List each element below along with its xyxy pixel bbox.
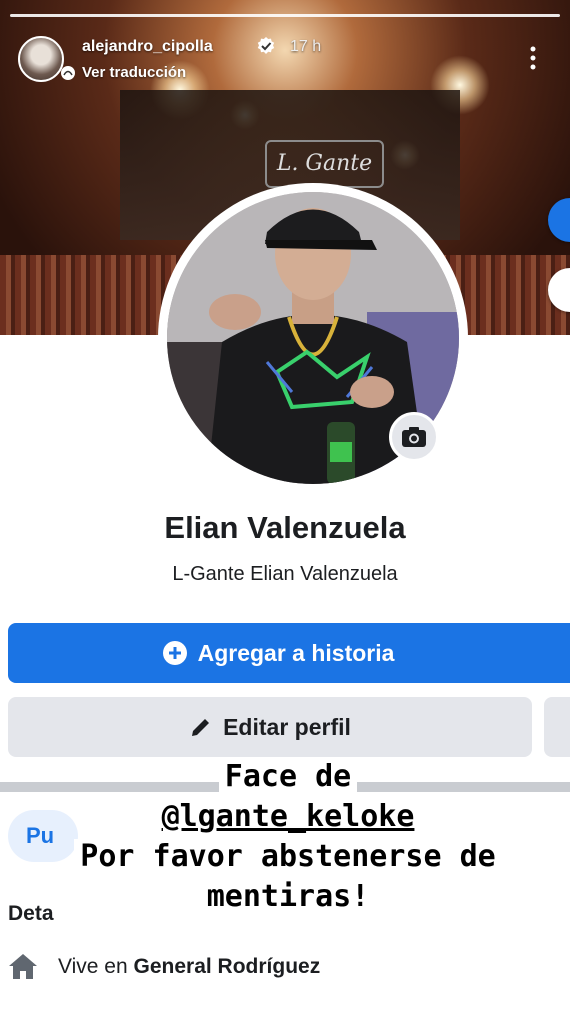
- story-screen: L. Gante alejandro_cipolla 17 h Ver trad…: [0, 0, 570, 1024]
- story-text-overlay: Face de @lgante_keloke Por favor abstene…: [58, 757, 518, 917]
- username[interactable]: alejandro_cipolla: [82, 38, 213, 56]
- details-heading: Deta: [8, 902, 54, 925]
- pencil-icon: [192, 719, 210, 736]
- stage-sign: L. Gante: [265, 140, 384, 188]
- lives-in-detail: Vive en General Rodríguez: [58, 955, 320, 979]
- lives-in-prefix: Vive en: [58, 955, 134, 978]
- profile-camera-button[interactable]: [389, 412, 439, 462]
- home-icon: [9, 954, 37, 979]
- plus-circle-icon: [162, 641, 187, 665]
- add-to-story-button[interactable]: Agregar a historia: [8, 623, 570, 683]
- overlay-mention[interactable]: @lgante_keloke: [155, 799, 421, 834]
- edit-profile-button[interactable]: Editar perfil: [8, 697, 532, 757]
- edit-profile-label: Editar perfil: [223, 713, 351, 740]
- verified-badge-icon: [257, 37, 275, 54]
- more-options-icon[interactable]: [528, 44, 538, 72]
- profile-name: Elian Valenzuela: [164, 510, 406, 545]
- more-profile-options-button[interactable]: [544, 697, 570, 757]
- avatar[interactable]: [18, 36, 64, 82]
- next-detail-row: [8, 1010, 570, 1024]
- story-progress-bar: [10, 14, 560, 17]
- add-to-story-label: Agregar a historia: [197, 639, 395, 666]
- translate-link[interactable]: Ver traducción: [61, 64, 187, 81]
- story-header: alejandro_cipolla 17 h Ver traducción: [18, 36, 558, 86]
- profile-alternate-name: L-Gante Elian Valenzuela: [172, 563, 398, 585]
- camera-icon: [402, 427, 426, 447]
- overlay-line-3: Por favor abstenerse de: [74, 839, 502, 874]
- overlay-line-1: Face de: [218, 759, 358, 794]
- overlay-line-4: mentiras!: [200, 879, 376, 914]
- translate-label: Ver traducción: [82, 64, 187, 81]
- story-time: 17 h: [290, 38, 322, 55]
- lives-in-place: General Rodríguez: [133, 955, 321, 978]
- translate-icon: [61, 66, 75, 80]
